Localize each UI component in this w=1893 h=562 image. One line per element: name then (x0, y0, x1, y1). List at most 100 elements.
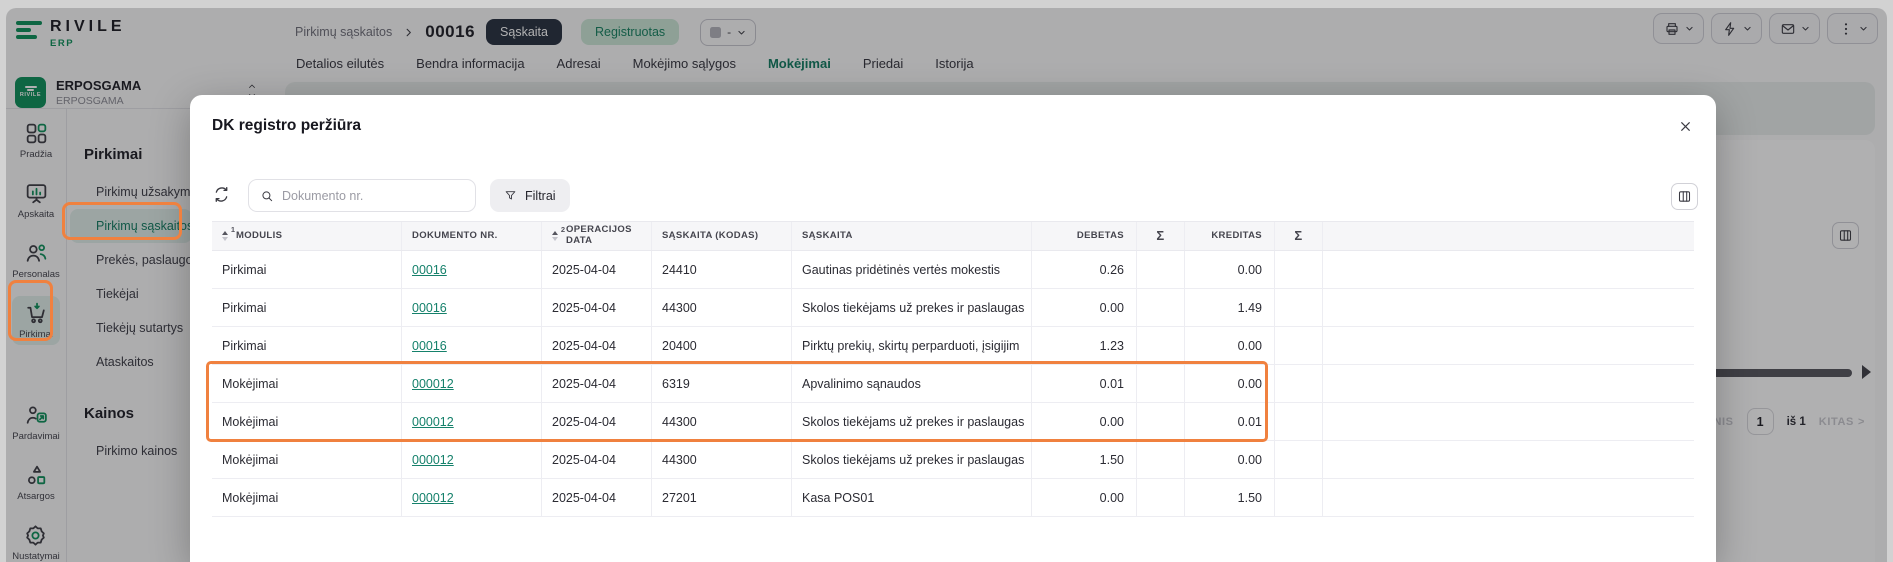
cell-modulis: Pirkimai (212, 251, 402, 288)
cell-kreditas: 0.00 (1185, 251, 1275, 288)
search-input[interactable] (282, 189, 464, 203)
cell-saskaita: Kasa POS01 (792, 479, 1032, 516)
modal-toolbar: Filtrai (212, 179, 570, 212)
cell-debetas-sum (1137, 365, 1185, 402)
column-header-debetas[interactable]: DEBETAS (1032, 222, 1137, 250)
table-row[interactable]: Pirkimai 00016 2025-04-0420400Pirktų preki… (212, 327, 1694, 365)
close-icon[interactable] (1676, 117, 1694, 135)
cell-debetas: 0.26 (1032, 251, 1137, 288)
cell-saskaita: Skolos tiekėjams už prekes ir paslaugas (792, 441, 1032, 478)
cell-saskaita-kodas: 44300 (652, 441, 792, 478)
cell-debetas: 0.00 (1032, 403, 1137, 440)
gl-register-modal: DK registro peržiūra Filtrai 1 MODULIS D… (190, 95, 1716, 562)
search-box (248, 179, 476, 212)
cell-modulis: Pirkimai (212, 327, 402, 364)
cell-debetas-sum (1137, 403, 1185, 440)
cell-saskaita: Skolos tiekėjams už prekes ir paslaugas (792, 289, 1032, 326)
document-link[interactable]: 00016 (412, 301, 447, 315)
cell-kreditas: 1.50 (1185, 479, 1275, 516)
cell-dokumento-nr: 00016 (402, 289, 542, 326)
column-header-kreditas[interactable]: KREDITAS (1185, 222, 1275, 250)
cell-kreditas-sum (1275, 403, 1323, 440)
cell-modulis: Mokėjimai (212, 479, 402, 516)
cell-modulis: Pirkimai (212, 289, 402, 326)
cell-debetas: 1.50 (1032, 441, 1137, 478)
cell-saskaita-kodas: 44300 (652, 289, 792, 326)
cell-modulis: Mokėjimai (212, 441, 402, 478)
cell-operacijos-data: 2025-04-04 (542, 441, 652, 478)
gl-table: 1 MODULIS DOKUMENTO NR. 2 OPERACIJOS DAT… (212, 221, 1694, 517)
document-link[interactable]: 00016 (412, 339, 447, 353)
cell-filler (1323, 327, 1694, 364)
cell-saskaita-kodas: 20400 (652, 327, 792, 364)
cell-dokumento-nr: 00016 (402, 327, 542, 364)
document-link[interactable]: 000012 (412, 453, 454, 467)
cell-debetas-sum (1137, 251, 1185, 288)
table-row[interactable]: Mokėjimai 000012 2025-04-046319Apvalinimo … (212, 365, 1694, 403)
cell-debetas: 0.00 (1032, 479, 1137, 516)
filter-button-label: Filtrai (525, 189, 556, 203)
cell-operacijos-data: 2025-04-04 (542, 479, 652, 516)
document-link[interactable]: 000012 (412, 377, 454, 391)
table-row[interactable]: Mokėjimai0000122025-04-0444300Skolos tie… (212, 403, 1694, 441)
cell-saskaita-kodas: 24410 (652, 251, 792, 288)
cell-debetas: 0.00 (1032, 289, 1137, 326)
cell-operacijos-data: 2025-04-04 (542, 365, 652, 402)
cell-debetas: 1.23 (1032, 327, 1137, 364)
cell-filler (1323, 365, 1694, 402)
cell-modulis: Mokėjimai (212, 365, 402, 402)
table-row[interactable]: Mokėjimai 000012 2025-04-0444300Skolos tie… (212, 441, 1694, 479)
table-row[interactable]: Mokėjimai0000122025-04-0427201Kasa POS01… (212, 479, 1694, 517)
gl-table-header: 1 MODULIS DOKUMENTO NR. 2 OPERACIJOS DAT… (212, 221, 1694, 251)
filter-button[interactable]: Filtrai (490, 179, 570, 212)
sort-ascending-icon: 2 (552, 231, 559, 241)
refresh-icon[interactable] (212, 185, 234, 207)
cell-dokumento-nr: 00016 (402, 251, 542, 288)
cell-filler (1323, 251, 1694, 288)
cell-kreditas-sum (1275, 479, 1323, 516)
cell-dokumento-nr: 000012 (402, 403, 542, 440)
column-header-modulis[interactable]: 1 MODULIS (212, 222, 402, 250)
cell-dokumento-nr: 000012 (402, 441, 542, 478)
cell-debetas: 0.01 (1032, 365, 1137, 402)
column-header-dokumento-nr[interactable]: DOKUMENTO NR. (402, 222, 542, 250)
cell-kreditas-sum (1275, 327, 1323, 364)
cell-kreditas: 0.00 (1185, 365, 1275, 402)
cell-dokumento-nr: 000012 (402, 365, 542, 402)
cell-saskaita-kodas: 44300 (652, 403, 792, 440)
cell-saskaita: Pirktų prekių, skirtų perparduoti, įsigi… (792, 327, 1032, 364)
cell-operacijos-data: 2025-04-04 (542, 289, 652, 326)
cell-kreditas: 0.00 (1185, 327, 1275, 364)
column-header-saskaita-kodas[interactable]: SĄSKAITA (KODAS) (652, 222, 792, 250)
cell-dokumento-nr: 000012 (402, 479, 542, 516)
column-header-saskaita[interactable]: SĄSKAITA (792, 222, 1032, 250)
app-window: RIVILE ERP RIVILE ERPOSGAMA ERPOSGAMA Pr… (6, 8, 1887, 562)
cell-debetas-sum (1137, 327, 1185, 364)
document-link[interactable]: 000012 (412, 415, 454, 429)
sum-icon[interactable]: Σ (1275, 222, 1323, 250)
cell-kreditas-sum (1275, 289, 1323, 326)
cell-saskaita: Apvalinimo sąnaudos (792, 365, 1032, 402)
modal-title: DK registro peržiūra (212, 117, 361, 135)
cell-kreditas-sum (1275, 441, 1323, 478)
cell-kreditas: 0.01 (1185, 403, 1275, 440)
cell-filler (1323, 289, 1694, 326)
sort-ascending-icon: 1 (222, 231, 229, 241)
gl-table-body: Pirkimai000162025-04-0424410Gautinas pri… (212, 251, 1694, 517)
cell-saskaita-kodas: 6319 (652, 365, 792, 402)
cell-kreditas-sum (1275, 251, 1323, 288)
cell-kreditas: 0.00 (1185, 441, 1275, 478)
document-link[interactable]: 00016 (412, 263, 447, 277)
columns-settings-button[interactable] (1671, 183, 1698, 210)
cell-operacijos-data: 2025-04-04 (542, 327, 652, 364)
cell-debetas-sum (1137, 289, 1185, 326)
cell-filler (1323, 403, 1694, 440)
document-link[interactable]: 000012 (412, 491, 454, 505)
cell-saskaita: Gautinas pridėtinės vertės mokestis (792, 251, 1032, 288)
table-row[interactable]: Pirkimai 00016 2025-04-0444300Skolos tiekė… (212, 289, 1694, 327)
table-row[interactable]: Pirkimai000162025-04-0424410Gautinas pri… (212, 251, 1694, 289)
sum-icon[interactable]: Σ (1137, 222, 1185, 250)
column-header-operacijos-data[interactable]: 2 OPERACIJOS DATA (542, 222, 652, 250)
search-icon (260, 189, 274, 203)
cell-operacijos-data: 2025-04-04 (542, 403, 652, 440)
